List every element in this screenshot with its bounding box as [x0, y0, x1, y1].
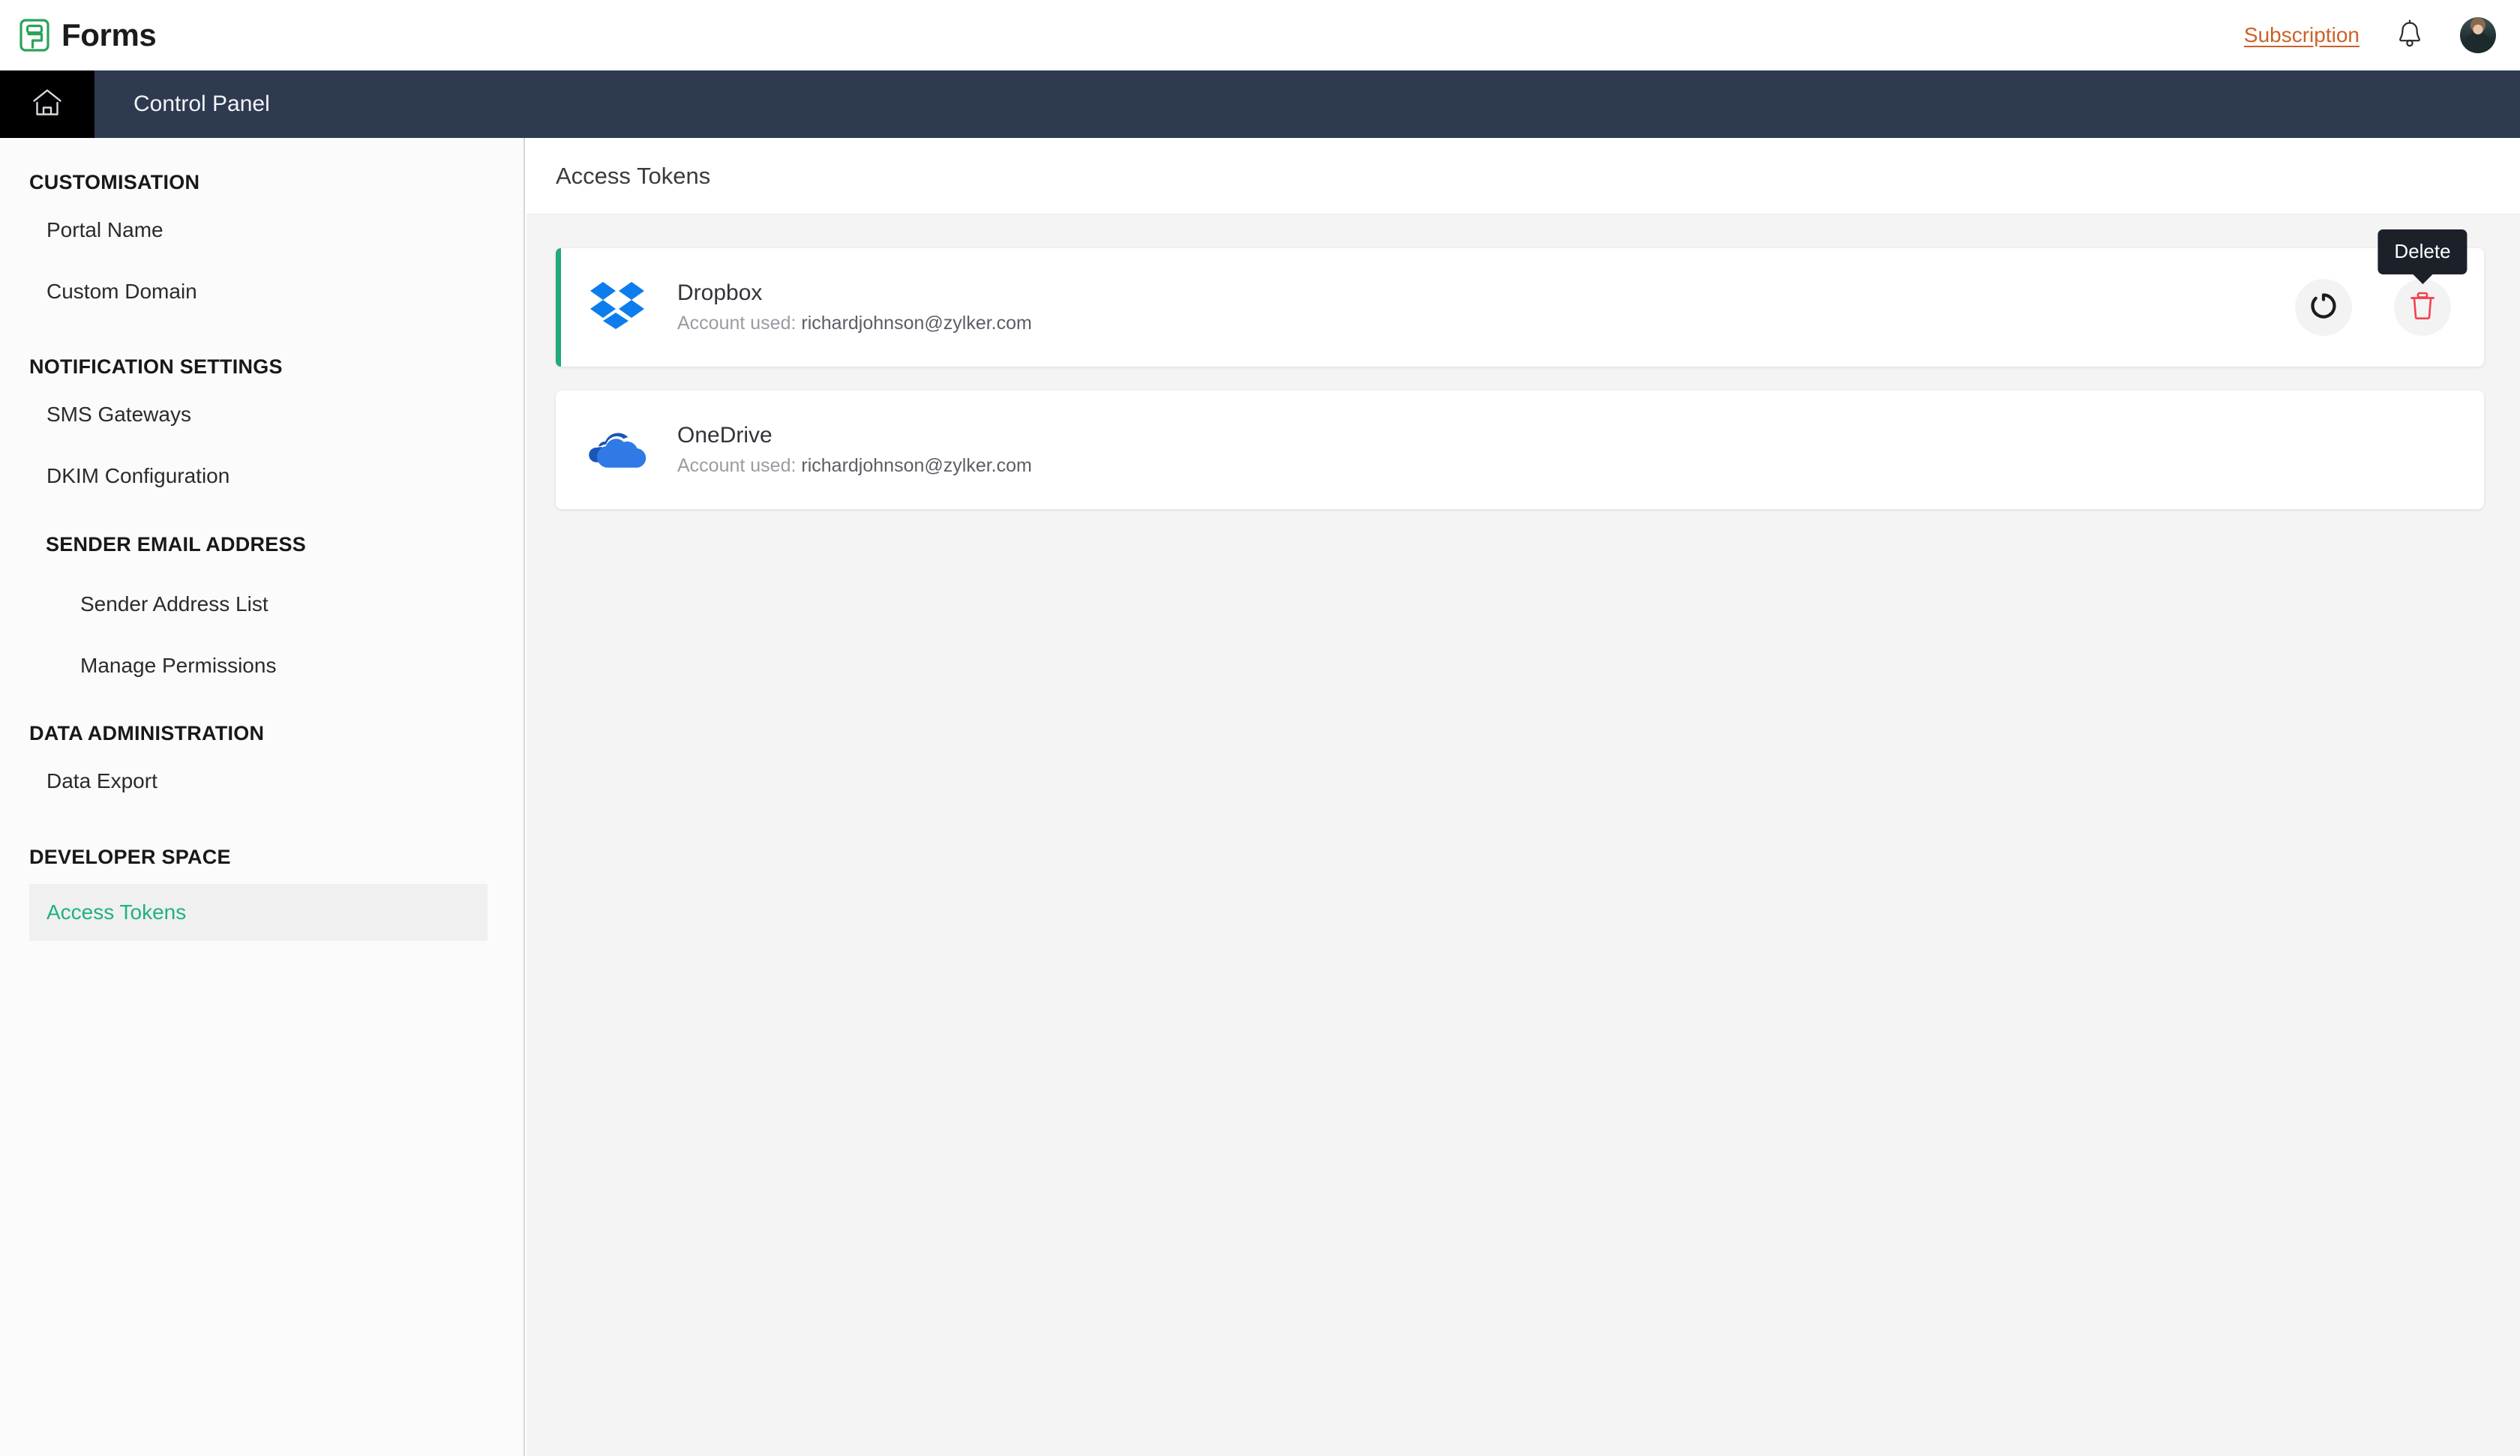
sidebar-item-manage-permissions[interactable]: Manage Permissions: [80, 645, 276, 687]
main-content-header: Access Tokens: [526, 138, 2520, 214]
card-account-dropbox: Account used: richardjohnson@zylker.com: [677, 313, 1032, 334]
sidebar-item-sender-address-list[interactable]: Sender Address List: [80, 583, 268, 625]
card-text-dropbox: Dropbox Account used: richardjohnson@zyl…: [677, 280, 1032, 334]
card-actions-dropbox: Delete: [2295, 229, 2468, 367]
card-account-onedrive: Account used: richardjohnson@zylker.com: [677, 455, 1032, 477]
dropbox-icon: [586, 276, 649, 339]
refresh-token-button[interactable]: [2295, 279, 2352, 336]
delete-tooltip: Delete: [2378, 229, 2468, 274]
sidebar-heading-developer-space: DEVELOPER SPACE: [29, 846, 231, 868]
app-header: Forms Subscription: [0, 0, 2520, 70]
sidebar-heading-data-administration: DATA ADMINISTRATION: [29, 722, 265, 744]
main-content: Access Tokens Dropbox Account used: rich…: [526, 138, 2520, 1456]
home-button[interactable]: [0, 70, 94, 138]
account-used-label: Account used:: [677, 313, 796, 334]
control-panel-navbar: Control Panel: [0, 70, 2520, 138]
account-used-label: Account used:: [677, 455, 796, 476]
sidebar-heading-notification-settings: NOTIFICATION SETTINGS: [29, 355, 283, 378]
sidebar-item-dkim-configuration[interactable]: DKIM Configuration: [46, 455, 230, 497]
access-token-card-onedrive[interactable]: OneDrive Account used: richardjohnson@zy…: [556, 391, 2484, 509]
sidebar-heading-sender-email-address: SENDER EMAIL ADDRESS: [46, 533, 307, 556]
access-token-card-dropbox[interactable]: Dropbox Account used: richardjohnson@zyl…: [556, 229, 2484, 367]
access-token-list: Dropbox Account used: richardjohnson@zyl…: [556, 229, 2484, 509]
refresh-token-icon: [2309, 292, 2338, 324]
user-avatar[interactable]: [2460, 17, 2496, 53]
forms-logo-icon: [20, 19, 50, 52]
notification-bell-icon[interactable]: [2393, 18, 2426, 52]
navbar-title: Control Panel: [134, 91, 270, 116]
subscription-link[interactable]: Subscription: [2244, 23, 2360, 47]
onedrive-icon: [586, 418, 649, 481]
card-title-onedrive: OneDrive: [677, 423, 772, 448]
page-title: Access Tokens: [556, 162, 711, 189]
settings-sidebar: CUSTOMISATION Portal Name Custom Domain …: [0, 138, 525, 1456]
app-brand-name: Forms: [62, 17, 157, 52]
card-title-dropbox: Dropbox: [677, 280, 763, 305]
trash-delete-icon: [2410, 292, 2435, 324]
sidebar-heading-customisation: CUSTOMISATION: [29, 171, 200, 193]
sidebar-item-portal-name[interactable]: Portal Name: [46, 209, 164, 251]
sidebar-item-data-export[interactable]: Data Export: [46, 760, 158, 802]
sidebar-item-sms-gateways[interactable]: SMS Gateways: [46, 394, 191, 436]
delete-token-button[interactable]: Delete: [2378, 229, 2468, 336]
sidebar-item-access-tokens[interactable]: Access Tokens: [29, 884, 488, 941]
home-icon: [32, 88, 63, 121]
sidebar-item-custom-domain[interactable]: Custom Domain: [46, 271, 197, 313]
account-email: richardjohnson@zylker.com: [801, 313, 1032, 334]
account-email: richardjohnson@zylker.com: [801, 455, 1032, 476]
header-actions: Subscription: [2244, 0, 2496, 70]
card-text-onedrive: OneDrive Account used: richardjohnson@zy…: [677, 423, 1032, 477]
app-brand[interactable]: Forms: [20, 17, 157, 53]
